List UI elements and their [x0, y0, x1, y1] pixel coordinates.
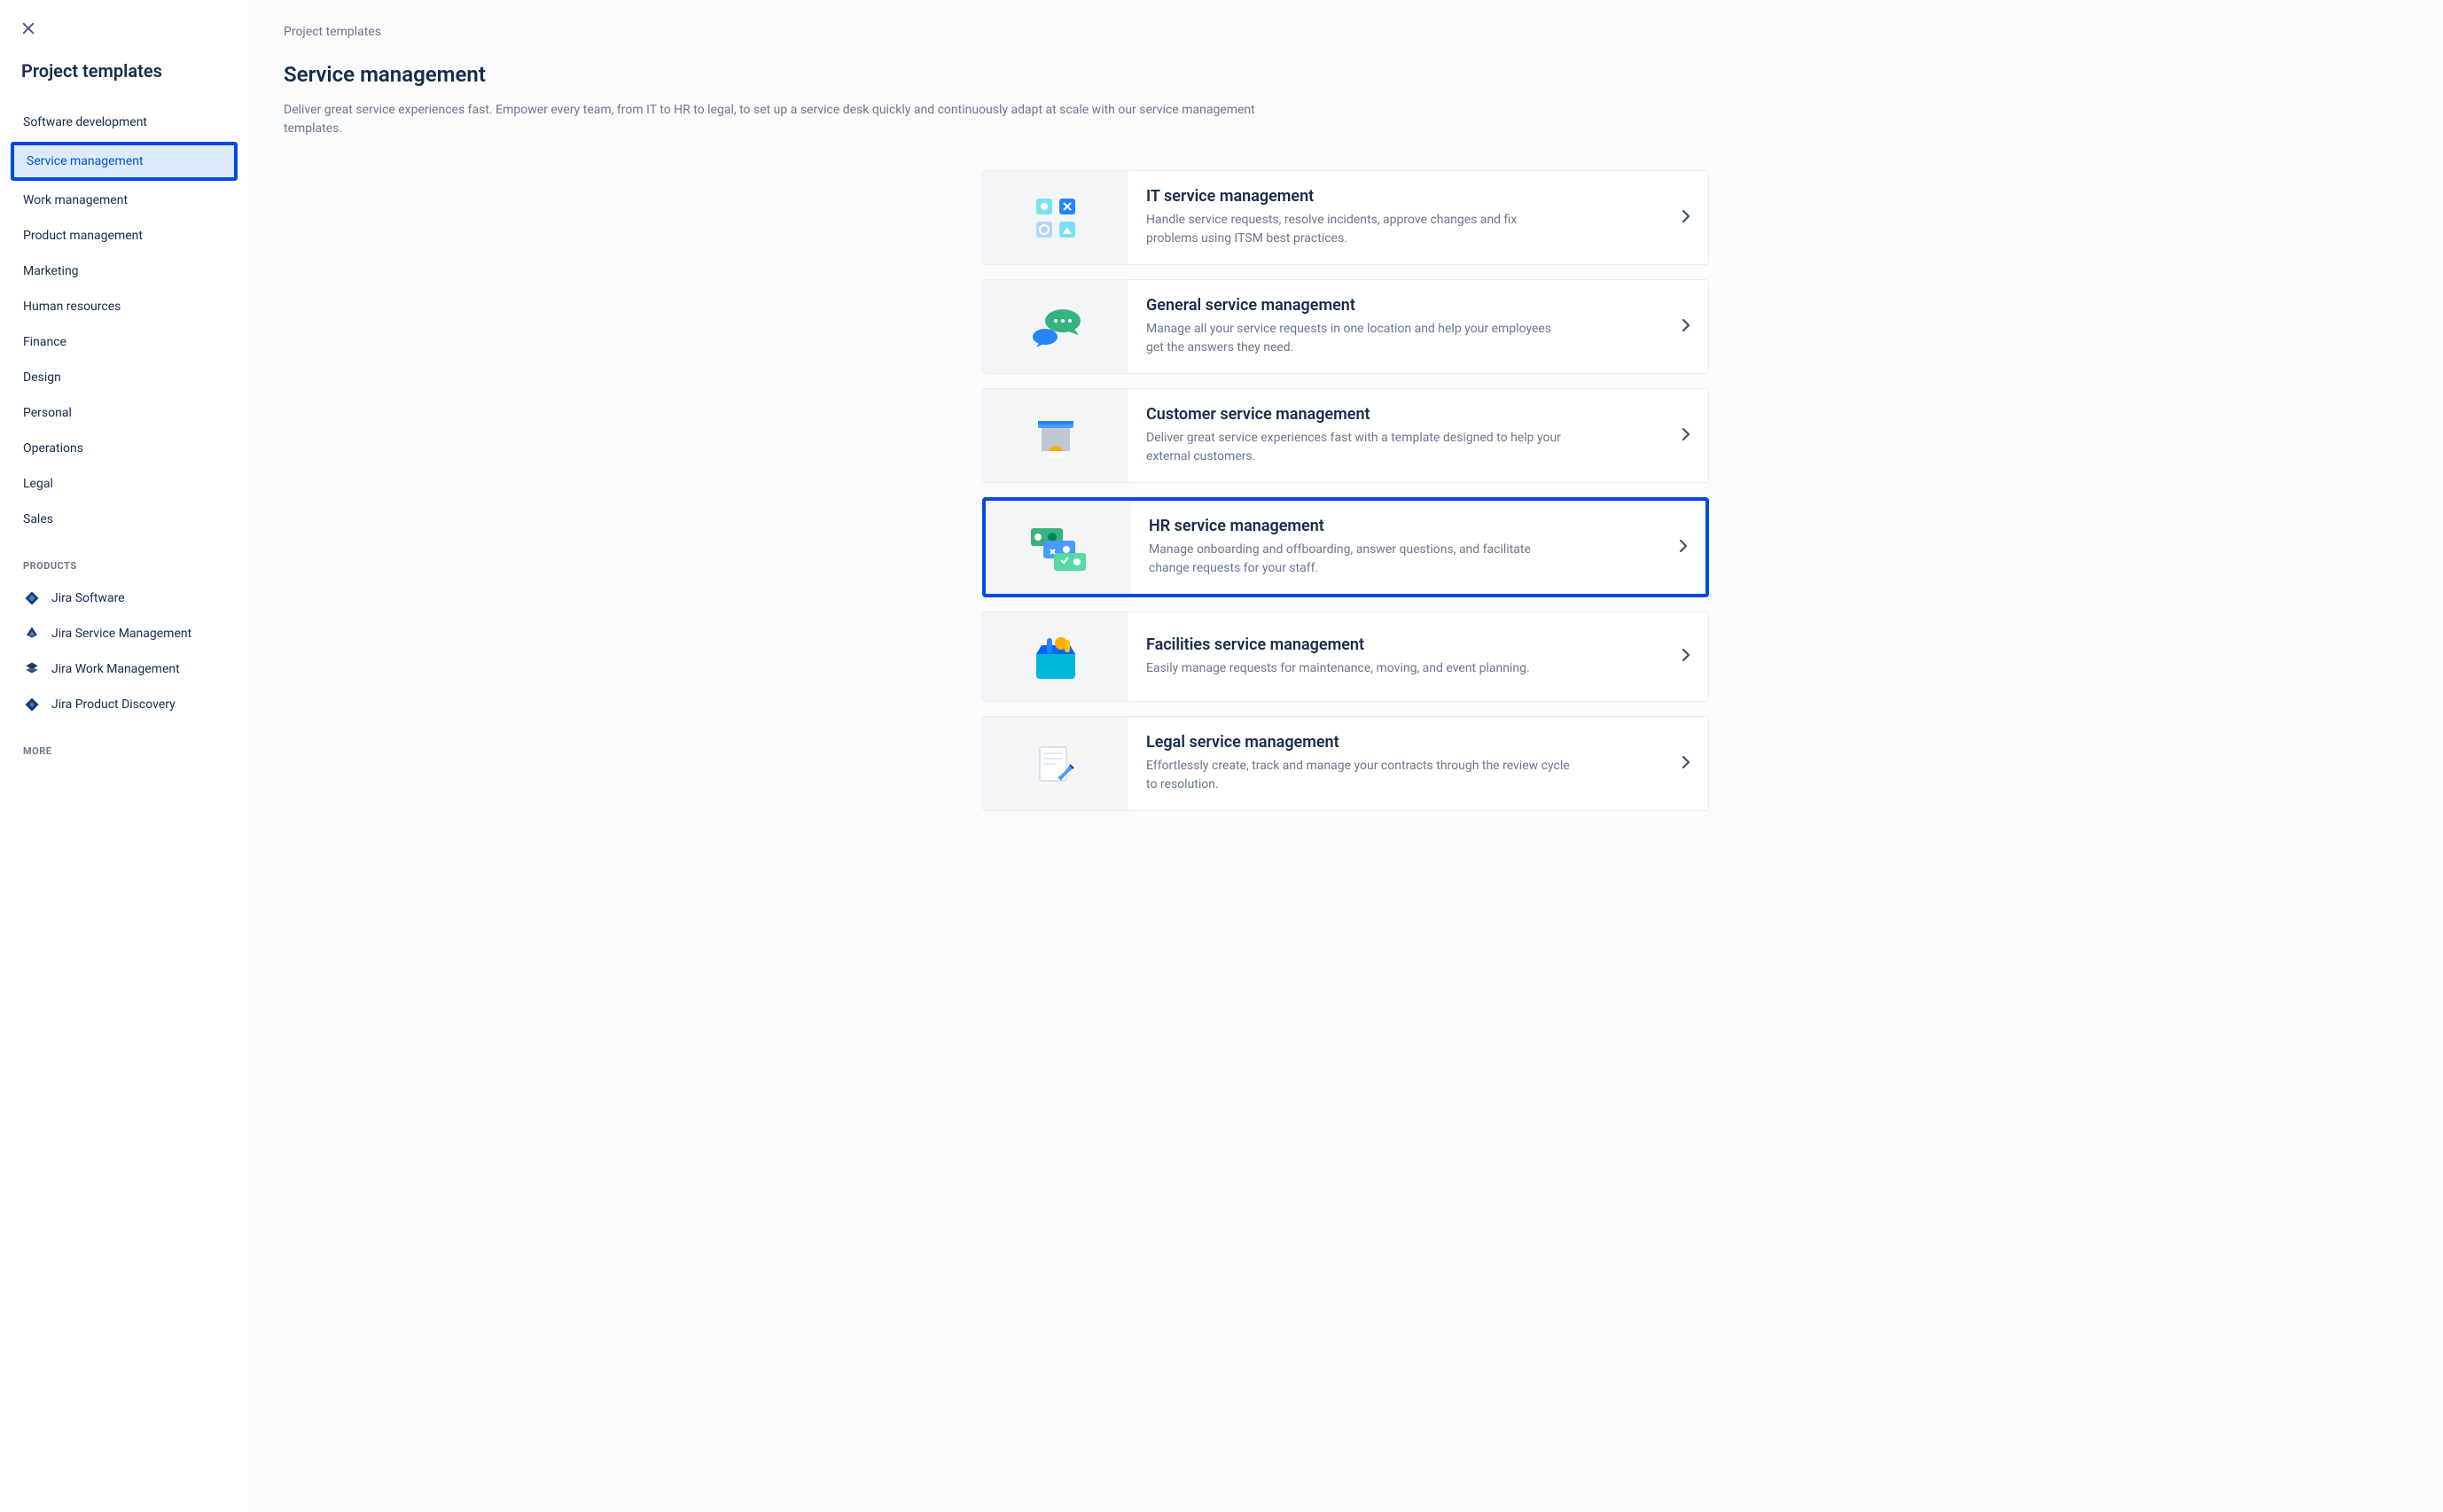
- close-icon: [20, 20, 36, 36]
- template-card[interactable]: Facilities service management Easily mana…: [982, 612, 1709, 702]
- template-card-description: Deliver great service experiences fast w…: [1146, 429, 1572, 466]
- template-card-body: IT service management Handle service requ…: [1128, 171, 1708, 264]
- sidebar-product-item[interactable]: Jira Service Management: [11, 618, 238, 650]
- chevron-right-icon: [1682, 209, 1690, 227]
- sidebar-category-item[interactable]: Finance: [11, 326, 238, 358]
- jira-work-icon: [23, 660, 41, 678]
- chevron-right-icon: [1679, 539, 1688, 557]
- template-card-body: HR service management Manage onboarding a…: [1131, 501, 1705, 594]
- main-content: Project templates Service management Del…: [248, 0, 2443, 1512]
- chevron-right-icon: [1682, 755, 1690, 773]
- template-card-body: General service management Manage all you…: [1128, 280, 1708, 373]
- page-title: Service management: [284, 62, 2408, 87]
- sidebar-title: Project templates: [21, 60, 238, 82]
- template-card-title: Legal service management: [1146, 733, 1664, 752]
- template-card-title: Facilities service management: [1146, 635, 1664, 654]
- sidebar-category-item[interactable]: Legal: [11, 468, 238, 500]
- template-card-thumb: [983, 171, 1128, 264]
- template-card[interactable]: IT service management Handle service requ…: [982, 170, 1709, 265]
- template-card-thumb: [986, 501, 1131, 594]
- template-card[interactable]: General service management Manage all you…: [982, 279, 1709, 374]
- sidebar-category-item[interactable]: Human resources: [11, 291, 238, 323]
- template-card-title: General service management: [1146, 296, 1664, 315]
- breadcrumb[interactable]: Project templates: [284, 25, 2408, 39]
- sidebar-category-item[interactable]: Software development: [11, 106, 238, 138]
- template-card-thumb: [983, 717, 1128, 810]
- sidebar-category-item[interactable]: Service management: [11, 142, 238, 181]
- jira-software-icon: [23, 589, 41, 607]
- template-card-thumb: [983, 280, 1128, 373]
- chevron-right-icon: [1682, 427, 1690, 445]
- template-card[interactable]: Customer service management Deliver great…: [982, 388, 1709, 483]
- products-section-label: PRODUCTS: [23, 560, 225, 572]
- template-card-description: Manage onboarding and offboarding, answe…: [1149, 541, 1574, 578]
- more-section-label: MORE: [23, 745, 225, 757]
- template-card-body: Facilities service management Easily mana…: [1128, 612, 1708, 701]
- chevron-right-icon: [1682, 648, 1690, 666]
- product-label: Jira Software: [51, 591, 125, 605]
- template-card-list: IT service management Handle service requ…: [982, 170, 1709, 811]
- template-card-body: Legal service management Effortlessly cre…: [1128, 717, 1708, 810]
- sidebar-category-item[interactable]: Personal: [11, 397, 238, 429]
- jira-discovery-icon: [23, 696, 41, 713]
- template-card-description: Effortlessly create, track and manage yo…: [1146, 757, 1572, 794]
- sidebar-product-item[interactable]: Jira Work Management: [11, 653, 238, 685]
- sidebar-category-item[interactable]: Marketing: [11, 255, 238, 287]
- sidebar-product-item[interactable]: Jira Product Discovery: [11, 689, 238, 721]
- template-card-description: Handle service requests, resolve inciden…: [1146, 211, 1572, 248]
- template-card-title: HR service management: [1149, 517, 1661, 535]
- product-nav: Jira Software Jira Service Management Jira…: [11, 582, 238, 721]
- jira-service-icon: [23, 625, 41, 643]
- sidebar-product-item[interactable]: Jira Software: [11, 582, 238, 614]
- page-description: Deliver great service experiences fast. …: [284, 101, 1259, 138]
- close-button[interactable]: [18, 18, 39, 39]
- template-card-description: Easily manage requests for maintenance, …: [1146, 659, 1572, 678]
- template-card-description: Manage all your service requests in one …: [1146, 320, 1572, 357]
- template-card-body: Customer service management Deliver great…: [1128, 389, 1708, 482]
- product-label: Jira Work Management: [51, 662, 180, 676]
- template-card-thumb: [983, 389, 1128, 482]
- sidebar-category-item[interactable]: Design: [11, 362, 238, 394]
- chevron-right-icon: [1682, 318, 1690, 336]
- product-label: Jira Service Management: [51, 627, 191, 641]
- sidebar-category-item[interactable]: Operations: [11, 433, 238, 464]
- sidebar: Project templates Software development Se…: [0, 0, 248, 1512]
- sidebar-category-item[interactable]: Product management: [11, 220, 238, 252]
- template-card-thumb: [983, 612, 1128, 701]
- product-label: Jira Product Discovery: [51, 698, 176, 712]
- sidebar-category-item[interactable]: Sales: [11, 503, 238, 535]
- category-nav: Software development Service managementWo…: [11, 106, 238, 535]
- sidebar-category-item[interactable]: Work management: [11, 184, 238, 216]
- template-card-title: IT service management: [1146, 187, 1664, 206]
- template-card[interactable]: HR service management Manage onboarding a…: [982, 497, 1709, 597]
- template-card[interactable]: Legal service management Effortlessly cre…: [982, 716, 1709, 811]
- template-card-title: Customer service management: [1146, 405, 1664, 424]
